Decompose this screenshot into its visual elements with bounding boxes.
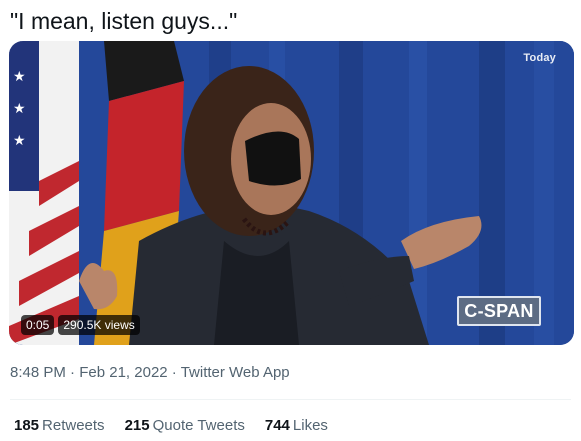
video-stats: 0:05 290.5K views <box>21 315 140 335</box>
tweet-metadata: 8:48 PM · Feb 21, 2022 · Twitter Web App <box>10 364 290 381</box>
us-flag: ★ ★ ★ <box>9 41 79 345</box>
svg-text:★: ★ <box>13 69 26 85</box>
today-label: Today <box>523 52 556 64</box>
video-views: 290.5K views <box>58 315 140 335</box>
tweet-date[interactable]: Feb 21, 2022 <box>79 364 167 381</box>
video-player[interactable]: ★ ★ ★ Today C-SPAN 0:05 290.5K views <box>9 41 574 345</box>
likes-stat[interactable]: 744 Likes <box>265 417 328 434</box>
likes-label: Likes <box>292 417 328 434</box>
tweet-source[interactable]: Twitter Web App <box>181 364 290 381</box>
quote-tweets-stat[interactable]: 215 Quote Tweets <box>125 417 245 434</box>
video-elapsed: 0:05 <box>21 315 55 335</box>
quote-tweets-count: 215 <box>124 417 150 434</box>
svg-text:★: ★ <box>13 133 26 149</box>
quote-tweets-label: Quote Tweets <box>152 417 245 434</box>
meta-separator: · <box>171 364 177 381</box>
svg-text:★: ★ <box>13 101 26 117</box>
cspan-logo-text: C-SPAN <box>464 300 534 321</box>
retweets-count: 185 <box>14 417 40 434</box>
retweets-stat[interactable]: 185 Retweets <box>14 417 105 434</box>
cspan-logo: C-SPAN <box>457 296 541 326</box>
tweet-time[interactable]: 8:48 PM <box>10 364 66 381</box>
likes-count: 744 <box>264 417 290 434</box>
engagement-stats: 185 Retweets 215 Quote Tweets 744 Likes <box>14 417 328 434</box>
divider <box>10 399 571 400</box>
meta-separator: · <box>70 364 76 381</box>
tweet-text: "I mean, listen guys..." <box>10 8 238 34</box>
retweets-label: Retweets <box>42 417 105 434</box>
